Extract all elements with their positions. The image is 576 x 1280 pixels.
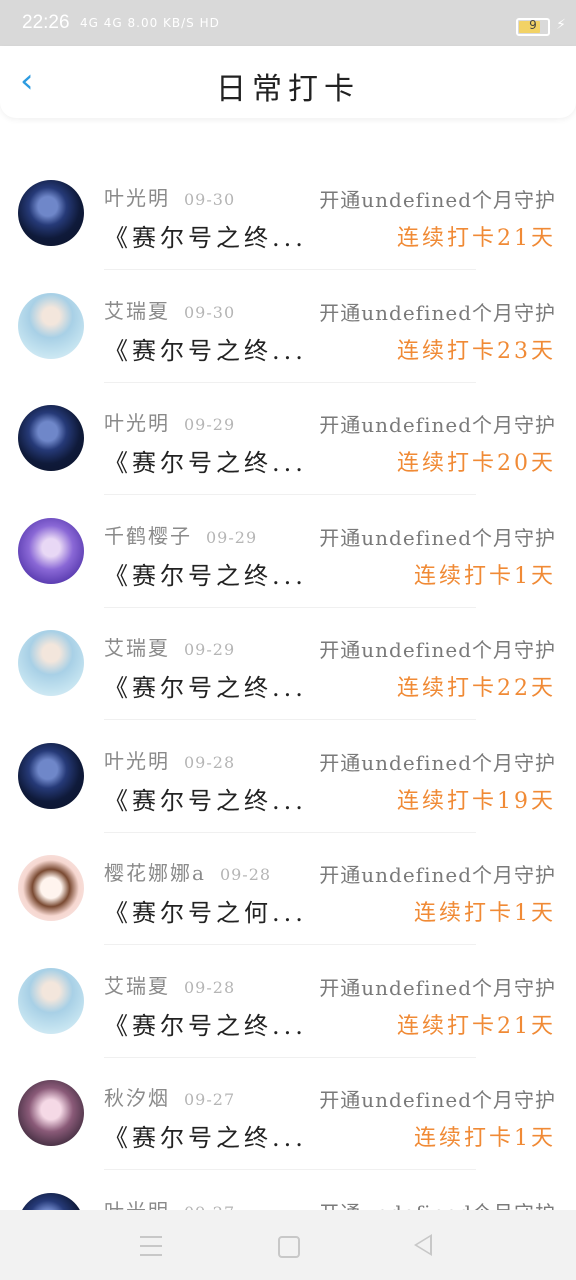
book-title[interactable]: 《赛尔号之终... <box>104 443 307 478</box>
avatar[interactable] <box>18 630 84 696</box>
divider <box>104 269 476 270</box>
list-item[interactable]: 秋汐烟 09-27 《赛尔号之终... 开通undefined个月守护连续打卡1天 <box>0 1058 576 1170</box>
divider <box>104 719 476 720</box>
list-item[interactable]: 叶光明 09-30 《赛尔号之终... 开通undefined个月守护连续打卡21天 <box>0 158 576 270</box>
list-item[interactable]: 艾瑞夏 09-29 《赛尔号之终... 开通undefined个月守护连续打卡22天 <box>0 608 576 720</box>
avatar[interactable] <box>18 1193 84 1210</box>
streak-count: 连续打卡19天 <box>397 789 556 814</box>
user-name: 艾瑞夏 09-29 <box>104 632 235 661</box>
streak-count: 连续打卡22天 <box>397 676 556 701</box>
checkin-date: 09-28 <box>219 865 272 884</box>
streak-count: 连续打卡1天 <box>414 1126 556 1151</box>
avatar[interactable] <box>18 743 84 809</box>
user-name-text: 秋汐烟 <box>104 1086 170 1110</box>
list-item[interactable]: 千鹤樱子 09-29 《赛尔号之终... 开通undefined个月守护连续打卡1天 <box>0 496 576 608</box>
book-title[interactable]: 《赛尔号之终... <box>104 1006 307 1041</box>
checkin-date: 09-28 <box>184 978 236 997</box>
user-name-text: 叶光明 <box>104 1199 170 1210</box>
system-nav-bar <box>0 1210 576 1280</box>
home-icon[interactable] <box>278 1236 300 1258</box>
user-name: 樱花娜娜a 09-28 <box>104 857 271 886</box>
guard-status: 开通undefined个月守护 <box>319 638 556 662</box>
divider <box>104 494 476 495</box>
book-title[interactable]: 《赛尔号之终... <box>104 668 307 703</box>
list-item[interactable]: 樱花娜娜a 09-28 《赛尔号之何... 开通undefined个月守护连续打卡1天 <box>0 833 576 945</box>
user-name: 叶光明 09-27 <box>104 1195 235 1210</box>
list-item[interactable]: 叶光明 09-27 开通undefined个月守护 <box>0 1171 576 1210</box>
streak-count: 连续打卡20天 <box>397 451 556 476</box>
guard-status: 开通undefined个月守护 <box>319 1197 556 1210</box>
avatar[interactable] <box>18 405 84 471</box>
avatar[interactable] <box>18 293 84 359</box>
user-name-text: 叶光明 <box>104 411 170 435</box>
guard-status: 开通undefined个月守护 <box>319 1088 556 1112</box>
user-name: 叶光明 09-29 <box>104 407 235 436</box>
checkin-list[interactable]: 《赛尔号之终...连续打卡24天叶光明09-30《赛尔号之终...开通undef… <box>0 46 576 1210</box>
user-name: 叶光明 09-30 <box>104 182 235 211</box>
checkin-date: 09-29 <box>184 640 236 659</box>
checkin-date: 09-28 <box>184 753 236 772</box>
guard-status: 开通undefined个月守护 <box>319 976 556 1000</box>
list-item[interactable]: 艾瑞夏 09-28 《赛尔号之终... 开通undefined个月守护连续打卡21天 <box>0 946 576 1058</box>
book-title[interactable]: 《赛尔号之终... <box>104 331 307 366</box>
book-title[interactable]: 《赛尔号之终... <box>104 1118 307 1153</box>
avatar[interactable] <box>18 968 84 1034</box>
user-name: 叶光明 09-28 <box>104 745 235 774</box>
user-name-text: 艾瑞夏 <box>104 636 170 660</box>
guard-status: 开通undefined个月守护 <box>319 751 556 775</box>
user-name: 艾瑞夏 09-28 <box>104 970 235 999</box>
back-triangle-icon[interactable] <box>414 1234 432 1256</box>
list-item[interactable]: 叶光明 09-29 《赛尔号之终... 开通undefined个月守护连续打卡20天 <box>0 383 576 495</box>
user-name: 艾瑞夏 09-30 <box>104 295 235 324</box>
page-title: 日常打卡 <box>216 72 360 107</box>
user-name-text: 樱花娜娜a <box>104 861 206 885</box>
streak-count: 连续打卡1天 <box>414 901 556 926</box>
user-name-text: 艾瑞夏 <box>104 299 170 323</box>
network-indicators: 4G 4G 8.00 KB/S HD <box>80 16 220 30</box>
checkin-date: 09-27 <box>184 1203 235 1210</box>
avatar[interactable] <box>18 855 84 921</box>
divider <box>104 944 476 945</box>
book-title[interactable]: 《赛尔号之终... <box>104 218 307 253</box>
streak-count: 连续打卡23天 <box>397 339 556 364</box>
guard-status: 开通undefined个月守护 <box>319 301 556 325</box>
book-title[interactable]: 《赛尔号之终... <box>104 556 307 591</box>
menu-icon[interactable] <box>140 1236 162 1256</box>
book-title[interactable]: 《赛尔号之终... <box>104 781 307 816</box>
status-bar: 22:26 4G 4G 8.00 KB/S HD 9 ⚡ <box>0 0 576 46</box>
checkin-date: 09-29 <box>206 528 258 547</box>
list-item[interactable]: 叶光明 09-28 《赛尔号之终... 开通undefined个月守护连续打卡19天 <box>0 721 576 833</box>
list-item[interactable]: 艾瑞夏 09-30 《赛尔号之终... 开通undefined个月守护连续打卡23天 <box>0 271 576 383</box>
user-name-text: 艾瑞夏 <box>104 974 170 998</box>
streak-count: 连续打卡21天 <box>397 1014 556 1039</box>
streak-count: 连续打卡21天 <box>397 226 556 251</box>
avatar[interactable] <box>18 1080 84 1146</box>
checkin-date: 09-30 <box>184 303 236 322</box>
checkin-date: 09-30 <box>184 190 236 209</box>
top-nav: ‹ 日常打卡 <box>0 46 576 118</box>
avatar[interactable] <box>18 180 84 246</box>
avatar[interactable] <box>18 518 84 584</box>
book-title[interactable]: 《赛尔号之何... <box>104 893 307 928</box>
checkin-date: 09-27 <box>184 1090 236 1109</box>
user-name-text: 叶光明 <box>104 749 170 773</box>
user-name-text: 叶光明 <box>104 186 170 210</box>
charging-icon: ⚡ <box>556 17 566 33</box>
divider <box>104 1169 476 1170</box>
user-name-text: 千鹤樱子 <box>104 524 192 548</box>
status-time: 22:26 <box>22 12 70 33</box>
checkin-date: 09-29 <box>184 415 236 434</box>
user-name: 千鹤樱子 09-29 <box>104 520 257 549</box>
guard-status: 开通undefined个月守护 <box>319 413 556 437</box>
streak-count: 连续打卡1天 <box>414 564 556 589</box>
guard-status: 开通undefined个月守护 <box>319 188 556 212</box>
guard-status: 开通undefined个月守护 <box>319 863 556 887</box>
battery-icon: 9 <box>516 18 550 36</box>
guard-status: 开通undefined个月守护 <box>319 526 556 550</box>
user-name: 秋汐烟 09-27 <box>104 1082 235 1111</box>
battery-level: 9 <box>529 18 537 32</box>
